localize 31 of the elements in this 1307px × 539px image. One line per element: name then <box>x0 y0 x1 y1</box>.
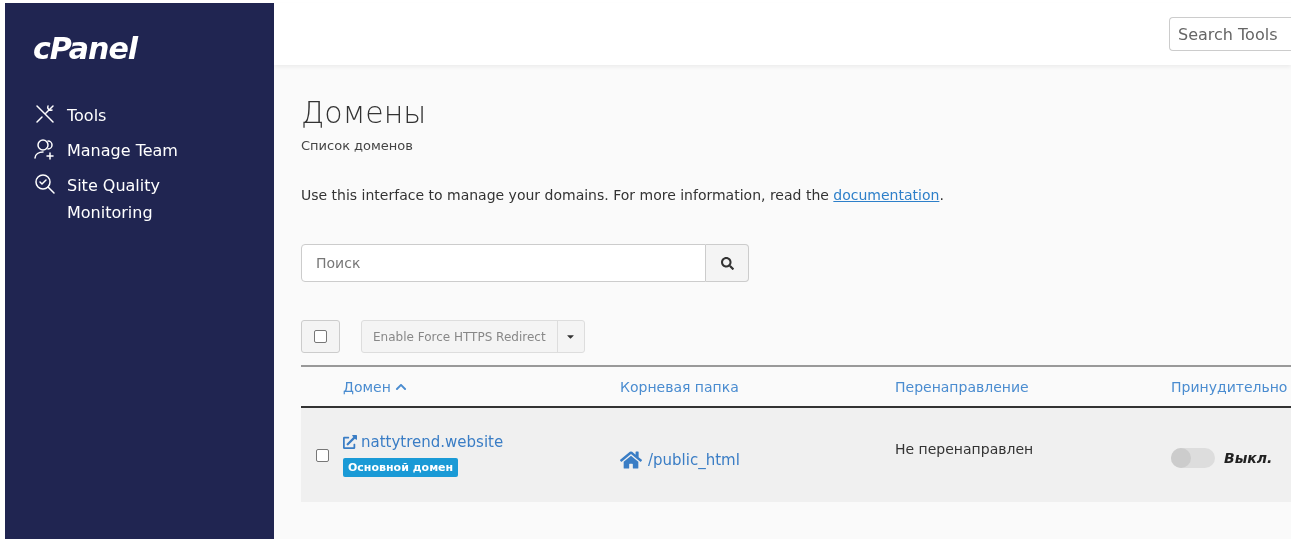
column-header[interactable]: Корневая папка <box>620 378 739 395</box>
documentation-link[interactable]: documentation <box>833 187 940 203</box>
domain-link[interactable]: nattytrend.website <box>343 433 504 451</box>
home-icon <box>620 449 642 471</box>
column-header[interactable]: Перенаправление <box>895 378 1029 395</box>
search-field[interactable]: Search Tools <box>1169 17 1291 51</box>
select-all-checkbox[interactable] <box>314 330 327 343</box>
sidebar-item[interactable]: Tools <box>33 102 197 129</box>
tools-icon <box>33 102 57 126</box>
sidebar-item[interactable]: Manage Team <box>33 137 197 164</box>
external-link-icon <box>343 435 357 449</box>
redirect-status: Не перенаправлен <box>895 441 1034 457</box>
row-checkbox[interactable] <box>315 448 329 462</box>
toggle-label: Выкл. <box>1224 450 1273 466</box>
toggle-switch[interactable] <box>1171 448 1215 468</box>
magnifier-check-icon <box>33 172 57 196</box>
action-button[interactable]: Enable Force HTTPS Redirect <box>362 321 557 352</box>
search-button[interactable] <box>706 244 749 282</box>
column-header[interactable]: Принудительно <box>1171 378 1288 395</box>
page-subtitle: Список доменов <box>301 138 414 153</box>
add-user-icon <box>33 137 57 161</box>
sidebar-item[interactable]: Site Quality Monitoring <box>33 172 197 226</box>
column-header[interactable]: Домен <box>343 378 407 395</box>
select-all-button[interactable] <box>301 320 340 353</box>
primary-domain-badge: Основной домен <box>343 458 459 477</box>
search-field[interactable]: Поиск <box>301 244 706 282</box>
search-icon <box>720 256 734 270</box>
folder-link[interactable]: /public_html <box>620 449 740 471</box>
logo: cPanel <box>33 31 138 66</box>
page-title: Домены <box>301 95 428 130</box>
description: Use this interface to manage your domains. For more information, read the documentation. <box>301 187 945 203</box>
